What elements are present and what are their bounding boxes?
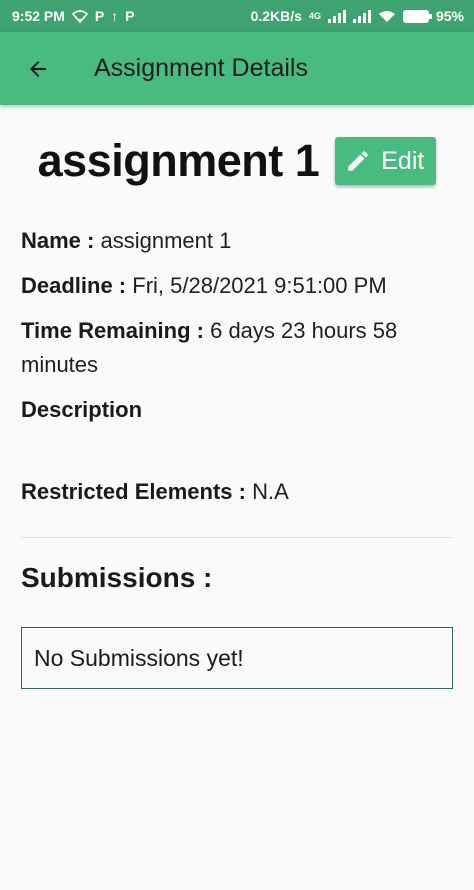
app-bar: Assignment Details <box>0 32 474 105</box>
assignment-title: assignment 1 <box>37 135 320 186</box>
assignment-header: assignment 1 Edit <box>0 135 474 187</box>
battery-icon <box>402 9 432 23</box>
upload-icon: ↑ <box>111 8 119 24</box>
description-row: Description <box>21 393 453 427</box>
restricted-elements-value: N.A <box>252 479 289 504</box>
p-icon: P <box>94 8 105 24</box>
network-type-label: 4G <box>308 11 321 21</box>
network-speed: 0.2KB/s <box>250 8 302 24</box>
status-time: 9:52 PM <box>12 8 65 24</box>
restricted-elements-label: Restricted Elements : <box>21 479 246 504</box>
name-label: Name : <box>21 228 95 253</box>
deadline-row: Deadline : Fri, 5/28/2021 9:51:00 PM <box>21 269 453 303</box>
submissions-heading: Submissions : <box>21 562 213 593</box>
back-button[interactable] <box>20 51 56 87</box>
wifi-icon <box>71 9 88 23</box>
signal-icon <box>327 9 346 23</box>
time-remaining-label: Time Remaining : <box>21 318 204 343</box>
description-label: Description <box>21 397 143 422</box>
submissions-list: No Submissions yet! <box>21 627 453 689</box>
status-bar: 9:52 PM P ↑ P 0.2KB/s 4G 95% <box>0 0 474 32</box>
edit-button[interactable]: Edit <box>335 137 437 185</box>
wifi-icon <box>378 10 395 22</box>
empty-submissions-text: No Submissions yet! <box>34 644 244 671</box>
edit-label: Edit <box>381 146 425 175</box>
signal-icon <box>352 9 371 23</box>
restricted-elements-row: Restricted Elements : N.A <box>21 475 453 509</box>
app-bar-title: Assignment Details <box>94 54 308 82</box>
p-icon: P <box>125 8 135 24</box>
arrow-left-icon <box>30 60 46 77</box>
deadline-label: Deadline : <box>21 273 127 298</box>
name-value: assignment 1 <box>100 228 232 253</box>
deadline-value: Fri, 5/28/2021 9:51:00 PM <box>132 273 387 298</box>
battery-level: 95% <box>435 8 464 24</box>
pencil-icon <box>348 151 369 171</box>
name-row: Name : assignment 1 <box>21 224 453 258</box>
assignment-details: Name : assignment 1 Deadline : Fri, 5/28… <box>21 224 453 520</box>
time-remaining-row: Time Remaining : 6 days 23 hours 58 minu… <box>21 314 453 382</box>
divider <box>21 537 453 538</box>
